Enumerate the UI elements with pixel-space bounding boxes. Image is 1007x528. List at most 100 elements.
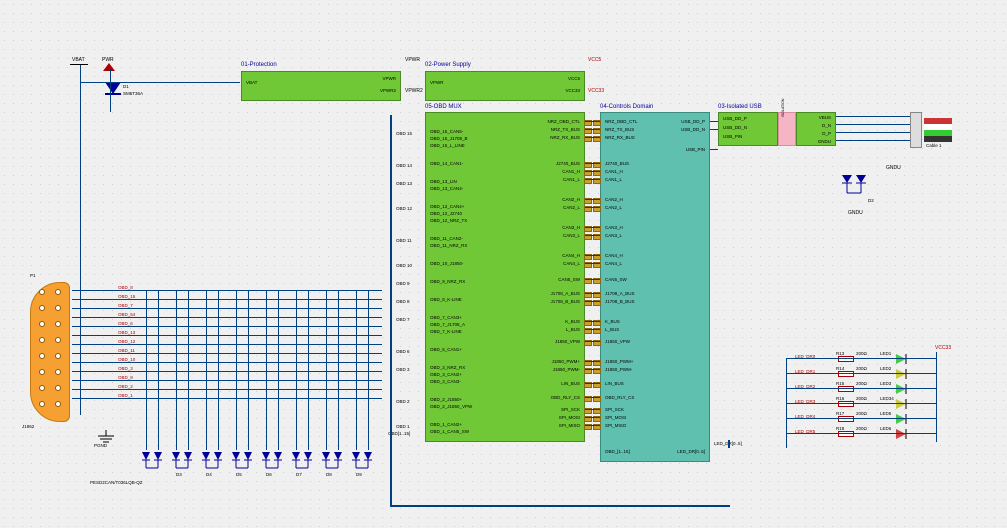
p1-pin [55, 353, 61, 359]
rail-vcc33: VCC33 [588, 88, 604, 94]
ctl-lpin: J1850_VPW [605, 339, 630, 344]
mux-lpin: OBD_1_CAN5_SW [430, 429, 469, 434]
p1-pin [55, 289, 61, 295]
p1-pin [39, 401, 45, 407]
block-01-protection: VBAT VPWR VPWR2 [241, 71, 401, 101]
block-01-title: 01-Protection [241, 62, 277, 68]
usb-rpin: VBUS [819, 115, 831, 120]
obd-net: OBD_3 [118, 366, 133, 371]
ctl-rpin: LED_DR[0..5] [677, 449, 705, 454]
mux-rpin: L_BUS [566, 327, 580, 332]
res-ref: R16 [836, 396, 844, 401]
p1-pin [39, 369, 45, 375]
resistor [838, 416, 854, 422]
led-ref: LED3 [880, 381, 891, 386]
mux-rpin: CAN2_L [563, 205, 580, 210]
mux-rpin: CAN1_H [562, 169, 580, 174]
p1-pin [39, 305, 45, 311]
ctl-lpin: L_BUS [605, 327, 619, 332]
p1-pin [55, 369, 61, 375]
mux-bus-label: OBD 12 [396, 206, 581, 211]
led-ref: LED2 [880, 366, 891, 371]
tvs-ref: D9 [356, 472, 362, 477]
res-val: 200Ω [856, 381, 867, 386]
p1-pin [55, 305, 61, 311]
ctl-bus-in: OBD_[1..15] [605, 449, 630, 454]
usb-connector [910, 112, 922, 148]
ctl-lpin: CAN1_H [605, 169, 623, 174]
tvs-ref: D6 [266, 472, 272, 477]
obd-net: OBD_11 [118, 348, 135, 353]
res-ref: R17 [836, 411, 844, 416]
ctl-lpin: SPI_SCK [605, 407, 624, 412]
ctl-lpin: LIN_BUS [605, 381, 624, 386]
resistor [838, 371, 854, 377]
tvs-diode-icon [140, 450, 164, 472]
obd-net: OBD_6 [118, 321, 133, 326]
mux-rpin: SPI_MISO [559, 423, 580, 428]
mux-rpin: NRZ_RX_BUS [550, 135, 580, 140]
mux-lpin: OBD_15_L_LINE [430, 143, 465, 148]
usb-lpin: USB_PIN [723, 134, 742, 139]
ctl-lpin: NRZ_TX_BUS [605, 127, 634, 132]
d1-ref: D1 [123, 84, 129, 89]
usb-rpin: GNDU [818, 139, 831, 144]
block-05-title: 05-OBD MUX [425, 104, 462, 110]
mux-lpin: OBD_12_J2740 [430, 211, 462, 216]
res-ref: R13 [836, 351, 844, 356]
ctl-lpin: J2740_BUS [605, 161, 629, 166]
schematic-canvas: VBAT PWR D1 SM6T36A 01-Protection VBAT V… [0, 0, 1007, 528]
gndu-d2: GNDU [848, 210, 863, 216]
block-03-title: 03-Isolated USB [718, 104, 762, 110]
led-icon [896, 414, 910, 424]
p1-type: J1962 [22, 424, 34, 429]
usb-rpin: D_N [822, 123, 831, 128]
mux-lpin: OBD_13_CAN4- [430, 186, 463, 191]
mux-rpin: CAN2_H [562, 197, 580, 202]
mux-lpin: OBD_11_NRZ_RX [430, 243, 467, 248]
mux-bus-label: OBD 6 [396, 349, 581, 354]
mux-rpin: OBD_RLY_CS [551, 395, 580, 400]
resistor [838, 401, 854, 407]
mux-bus-label: OBD 9 [396, 281, 581, 286]
res-ref: R18 [836, 426, 844, 431]
p1-ref: P1 [30, 273, 36, 278]
led-ref: LED1 [880, 351, 891, 356]
usb-lpin: USB_DD_P [723, 116, 747, 121]
obd-net: OBD_1 [118, 393, 133, 398]
mux-rpin: CAN4_L [563, 261, 580, 266]
tvs-diode-icon [320, 450, 344, 472]
res-ref: R15 [836, 381, 844, 386]
pgnd-icon [96, 430, 116, 444]
led-ref: LED6 [880, 426, 891, 431]
mux-rpin: J1850_PWM- [553, 367, 580, 372]
led-ref: LED34 [880, 396, 894, 401]
connector-p1 [30, 282, 70, 422]
ctl-lpin: J1708_A_BUS [605, 291, 635, 296]
tvs-ref: D8 [326, 472, 332, 477]
obd-net: OBD_15 [118, 294, 135, 299]
mux-lpin: OBD_15_J1708_B [430, 136, 468, 141]
led-icon [896, 384, 910, 394]
pin-vbat: VBAT [246, 80, 257, 85]
res-val: 200Ω [856, 366, 867, 371]
tvs-diode-icon [230, 450, 254, 472]
pin-vpwr: VPWR [383, 76, 397, 81]
block-03-usb-right: VBUSD_ND_PGNDU [796, 112, 836, 146]
ctl-lpin: OBD_RLY_CS [605, 395, 634, 400]
p1-pin [39, 385, 45, 391]
p1-pin [55, 401, 61, 407]
mux-bus-label: OBD 14 [396, 163, 581, 168]
led-icon [896, 369, 910, 379]
res-val: 200Ω [856, 411, 867, 416]
cable-ref: Cable 1 [926, 143, 942, 148]
p1-pin [39, 353, 45, 359]
resistor [838, 356, 854, 362]
tvs-diode-icon [260, 450, 284, 472]
ctl-lpin: CAN1_L [605, 177, 622, 182]
tvs-diode-icon [200, 450, 224, 472]
ctl-lpin: CAN3_H [605, 225, 623, 230]
component-d2 [842, 175, 868, 202]
mux-rpin: J2740_BUS [556, 161, 580, 166]
pin-vpwr2: VPWR2 [380, 88, 396, 93]
